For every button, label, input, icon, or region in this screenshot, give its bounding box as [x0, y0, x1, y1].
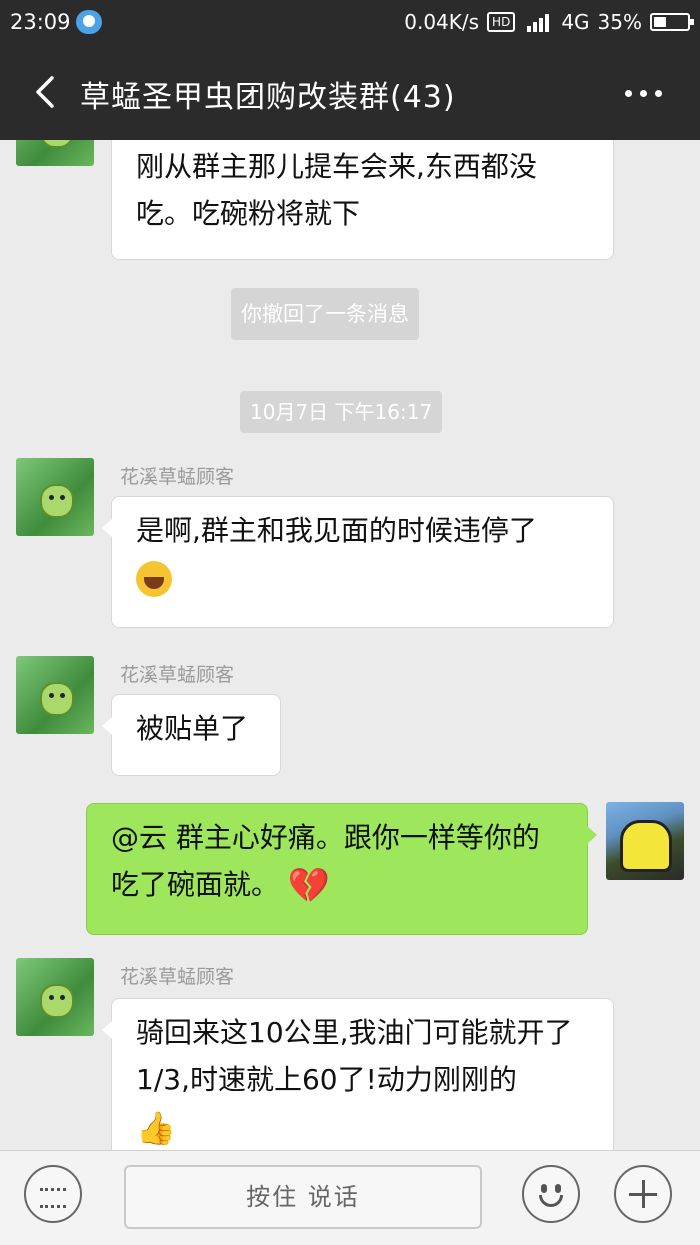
avatar[interactable] — [16, 656, 94, 734]
status-right: 0.04K/s HD 4G 35% — [404, 10, 694, 34]
smile-icon[interactable] — [522, 1165, 580, 1223]
chevron-left-icon[interactable] — [28, 74, 64, 110]
plus-icon[interactable] — [614, 1165, 672, 1223]
message-text: 是啊,群主和我见面的时候违停了 — [136, 514, 537, 547]
message-bubble[interactable]: 刚从群主那儿提车会来,东西都没吃。吃碗粉将就下 — [111, 140, 614, 260]
keyboard-icon[interactable] — [24, 1165, 82, 1223]
signal-icon — [523, 12, 553, 32]
message-bubble[interactable]: 是啊,群主和我见面的时候违停了 — [102, 496, 614, 628]
avatar[interactable] — [16, 958, 94, 1036]
hd-badge: HD — [487, 12, 516, 32]
message-text: 骑回来这10公里,我油门可能就开了1/3,时速就上60了!动力刚刚的 — [136, 1016, 573, 1096]
laughing-crying-emoji-icon — [136, 561, 172, 597]
input-bar: 按住 说话 — [0, 1150, 700, 1245]
message-bubble[interactable]: 被贴单了 — [102, 694, 281, 776]
status-time: 23:09 — [10, 10, 71, 34]
battery-percent: 35% — [597, 10, 642, 34]
more-dots-icon[interactable] — [625, 90, 662, 97]
status-bar: 23:09 0.04K/s HD 4G 35% — [0, 0, 700, 46]
hold-to-talk-button[interactable]: 按住 说话 — [124, 1165, 482, 1229]
self-message-bubble[interactable]: @云 群主心好痛。跟你一样等你的吃了碗面就。 💔 — [86, 803, 597, 935]
chat-header: 草蜢圣甲虫团购改装群(43) — [0, 46, 700, 140]
message-list[interactable]: 刚从群主那儿提车会来,东西都没吃。吃碗粉将就下 你撤回了一条消息 10月7日 下… — [0, 140, 700, 1150]
sender-name: 花溪草蜢顾客 — [120, 466, 235, 488]
thumbs-up-emoji-icon: 👍 — [136, 1109, 176, 1147]
avatar[interactable] — [16, 140, 94, 166]
message-text: 被贴单了 — [136, 712, 249, 745]
chat-title: 草蜢圣甲虫团购改装群(43) — [80, 80, 456, 115]
broken-heart-emoji-icon: 💔 — [287, 866, 331, 906]
battery-icon — [650, 13, 694, 31]
message-bubble[interactable]: 骑回来这10公里,我油门可能就开了1/3,时速就上60了!动力刚刚的 👍 — [102, 998, 614, 1150]
avatar[interactable] — [16, 458, 94, 536]
net-speed: 0.04K/s — [404, 10, 480, 34]
message-text: 刚从群主那儿提车会来,东西都没吃。吃碗粉将就下 — [136, 150, 537, 230]
qq-notification-icon — [76, 10, 102, 34]
network-type: 4G — [561, 10, 590, 34]
system-notice: 你撤回了一条消息 — [231, 288, 419, 340]
self-avatar[interactable] — [606, 802, 684, 880]
sender-name: 花溪草蜢顾客 — [120, 966, 235, 988]
sender-name: 花溪草蜢顾客 — [120, 664, 235, 686]
timestamp: 10月7日 下午16:17 — [240, 391, 443, 433]
